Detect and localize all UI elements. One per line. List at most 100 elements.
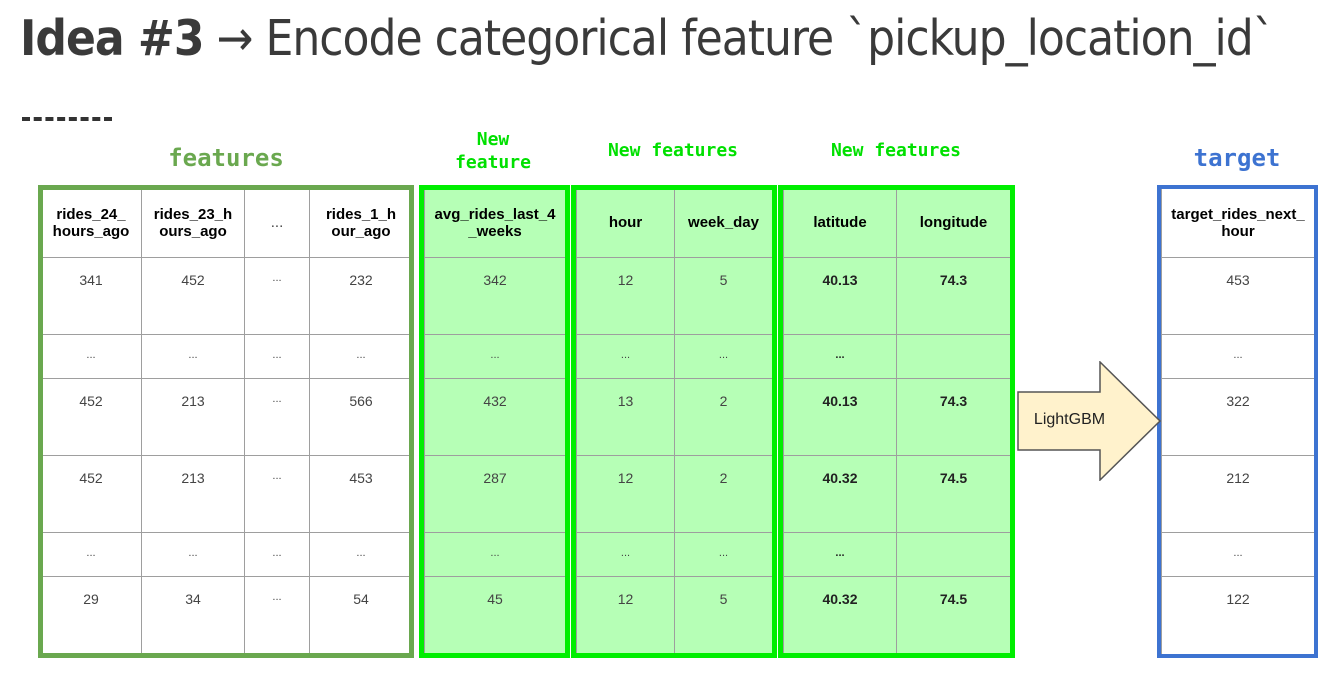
cell: ... bbox=[576, 532, 675, 577]
table-row: 40.13 74.3 bbox=[783, 378, 1011, 456]
table-row: 342 bbox=[424, 257, 566, 335]
cell: 212 bbox=[1161, 455, 1315, 533]
table-row: 29 34 ... 54 bbox=[40, 576, 413, 655]
header-cell: target_rides_next_ hour bbox=[1161, 187, 1315, 258]
new-features-geo-label: New features bbox=[830, 140, 962, 161]
table-header-row: avg_rides_last_4 _weeks bbox=[424, 187, 566, 258]
header-cell: rides_1_h our_ago bbox=[309, 187, 413, 258]
time-features-table: hour week_day 12 5 ... ... 13 2 12 2 ...… bbox=[576, 187, 773, 655]
cell: 566 bbox=[309, 378, 413, 456]
header-cell: avg_rides_last_4 _weeks bbox=[424, 187, 566, 258]
header-cell: latitude bbox=[783, 187, 897, 258]
cell: 453 bbox=[1161, 257, 1315, 335]
geo-features-table: latitude longitude 40.13 74.3 ... 40.13 … bbox=[783, 187, 1011, 655]
cell: 452 bbox=[40, 378, 142, 456]
table-row: 322 bbox=[1161, 378, 1315, 456]
table-row: 212 bbox=[1161, 455, 1315, 533]
table-row: 452 213 ... 566 bbox=[40, 378, 413, 456]
cell: 45 bbox=[424, 576, 566, 655]
cell: ... bbox=[244, 455, 310, 533]
table-header-row: latitude longitude bbox=[783, 187, 1011, 258]
cell: ... bbox=[1161, 334, 1315, 379]
cell: 12 bbox=[576, 576, 675, 655]
cell: 453 bbox=[309, 455, 413, 533]
cell: ... bbox=[424, 334, 566, 379]
table-row: ... bbox=[783, 334, 1011, 379]
table-row: 12 5 bbox=[576, 257, 773, 335]
target-label: target bbox=[1193, 144, 1281, 172]
cell: 122 bbox=[1161, 576, 1315, 655]
cell: 341 bbox=[40, 257, 142, 335]
cell bbox=[896, 532, 1011, 577]
cell: 432 bbox=[424, 378, 566, 456]
title-text: → Encode categorical feature `pickup_loc… bbox=[203, 10, 1275, 67]
cell: 29 bbox=[40, 576, 142, 655]
cell: ... bbox=[40, 334, 142, 379]
table-row: 122 bbox=[1161, 576, 1315, 655]
title-underline bbox=[22, 117, 112, 121]
title-idea-number: Idea #3 bbox=[20, 10, 205, 67]
table-row: ... bbox=[424, 532, 566, 577]
cell: ... bbox=[244, 532, 310, 577]
features-table: rides_24_ hours_ago rides_23_h ours_ago … bbox=[40, 187, 413, 655]
cell: 40.32 bbox=[783, 576, 897, 655]
cell: 452 bbox=[40, 455, 142, 533]
table-row: 40.32 74.5 bbox=[783, 455, 1011, 533]
cell: ... bbox=[309, 532, 413, 577]
lightgbm-label: LightGBM bbox=[1033, 411, 1106, 428]
header-cell: hour bbox=[576, 187, 675, 258]
cell: ... bbox=[40, 532, 142, 577]
cell: ... bbox=[244, 334, 310, 379]
cell: 40.13 bbox=[783, 378, 897, 456]
cell: 287 bbox=[424, 455, 566, 533]
cell: ... bbox=[783, 532, 897, 577]
slide-title: Idea #3 → Encode categorical feature `pi… bbox=[20, 10, 1275, 80]
table-row: 287 bbox=[424, 455, 566, 533]
header-cell: longitude bbox=[896, 187, 1011, 258]
header-cell: rides_23_h ours_ago bbox=[141, 187, 245, 258]
new-features-time-label: New features bbox=[607, 140, 739, 161]
table-row: ... ... ... ... bbox=[40, 334, 413, 379]
cell: ... bbox=[141, 532, 245, 577]
cell: ... bbox=[309, 334, 413, 379]
header-cell: ... bbox=[244, 187, 310, 258]
cell: ... bbox=[783, 334, 897, 379]
cell: 2 bbox=[674, 378, 773, 456]
header-cell: week_day bbox=[674, 187, 773, 258]
cell: ... bbox=[244, 576, 310, 655]
cell: 74.5 bbox=[896, 576, 1011, 655]
cell: 12 bbox=[576, 455, 675, 533]
cell: ... bbox=[244, 257, 310, 335]
cell: 232 bbox=[309, 257, 413, 335]
table-row: 40.32 74.5 bbox=[783, 576, 1011, 655]
table-row: 432 bbox=[424, 378, 566, 456]
table-row: ... ... bbox=[576, 532, 773, 577]
cell: ... bbox=[244, 378, 310, 456]
cell: 40.32 bbox=[783, 455, 897, 533]
table-row: 452 213 ... 453 bbox=[40, 455, 413, 533]
table-row: 45 bbox=[424, 576, 566, 655]
new-feature-label: New feature bbox=[420, 128, 566, 174]
cell: ... bbox=[576, 334, 675, 379]
table-row: 453 bbox=[1161, 257, 1315, 335]
features-label: features bbox=[168, 144, 284, 172]
cell: 5 bbox=[674, 257, 773, 335]
table-row: 40.13 74.3 bbox=[783, 257, 1011, 335]
cell: 213 bbox=[141, 455, 245, 533]
new-feature-label-line2: feature bbox=[455, 152, 531, 173]
table-row: ... ... ... ... bbox=[40, 532, 413, 577]
cell: ... bbox=[424, 532, 566, 577]
cell bbox=[896, 334, 1011, 379]
cell: 74.3 bbox=[896, 378, 1011, 456]
cell: 74.3 bbox=[896, 257, 1011, 335]
avg-rides-table: avg_rides_last_4 _weeks 342 ... 432 287 … bbox=[424, 187, 566, 655]
cell: 5 bbox=[674, 576, 773, 655]
table-row: ... bbox=[424, 334, 566, 379]
table-row: 13 2 bbox=[576, 378, 773, 456]
cell: ... bbox=[674, 334, 773, 379]
cell: 213 bbox=[141, 378, 245, 456]
table-row: ... bbox=[1161, 532, 1315, 577]
cell: 322 bbox=[1161, 378, 1315, 456]
table-row: 341 452 ... 232 bbox=[40, 257, 413, 335]
cell: 13 bbox=[576, 378, 675, 456]
